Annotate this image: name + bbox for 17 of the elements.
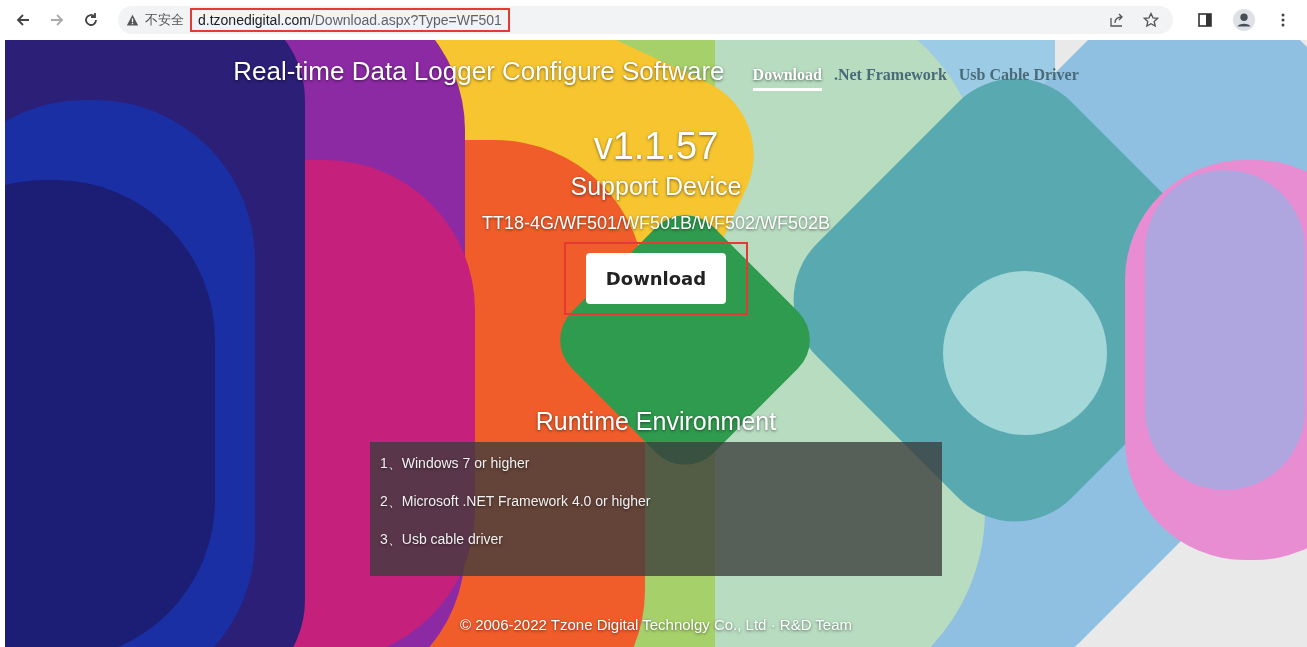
support-device-heading: Support Device xyxy=(570,172,742,201)
profile-avatar-icon[interactable] xyxy=(1233,9,1255,31)
back-icon[interactable] xyxy=(15,12,31,28)
security-label: 不安全 xyxy=(145,11,184,29)
requirement-item: 1、Windows 7 or higher xyxy=(380,454,531,473)
warning-icon xyxy=(126,13,139,27)
address-bar[interactable]: 不安全 d.tzonedigital.com/Download.aspx?Type=WF501 xyxy=(118,6,1173,34)
version-heading: v1.1.57 xyxy=(593,125,719,168)
requirement-item: 3、Usb cable driver xyxy=(380,530,504,549)
download-button[interactable]: Download xyxy=(585,253,727,304)
star-icon[interactable] xyxy=(1143,12,1159,28)
reload-icon[interactable] xyxy=(83,12,99,28)
share-icon[interactable] xyxy=(1109,12,1125,28)
url-text[interactable]: d.tzonedigital.com/Download.aspx?Type=WF501 xyxy=(190,8,510,32)
nav-link[interactable]: .Net Framework xyxy=(833,66,947,91)
requirement-item: 2、Microsoft .NET Framework 4.0 or higher xyxy=(380,492,652,511)
side-panel-icon[interactable] xyxy=(1197,12,1213,28)
